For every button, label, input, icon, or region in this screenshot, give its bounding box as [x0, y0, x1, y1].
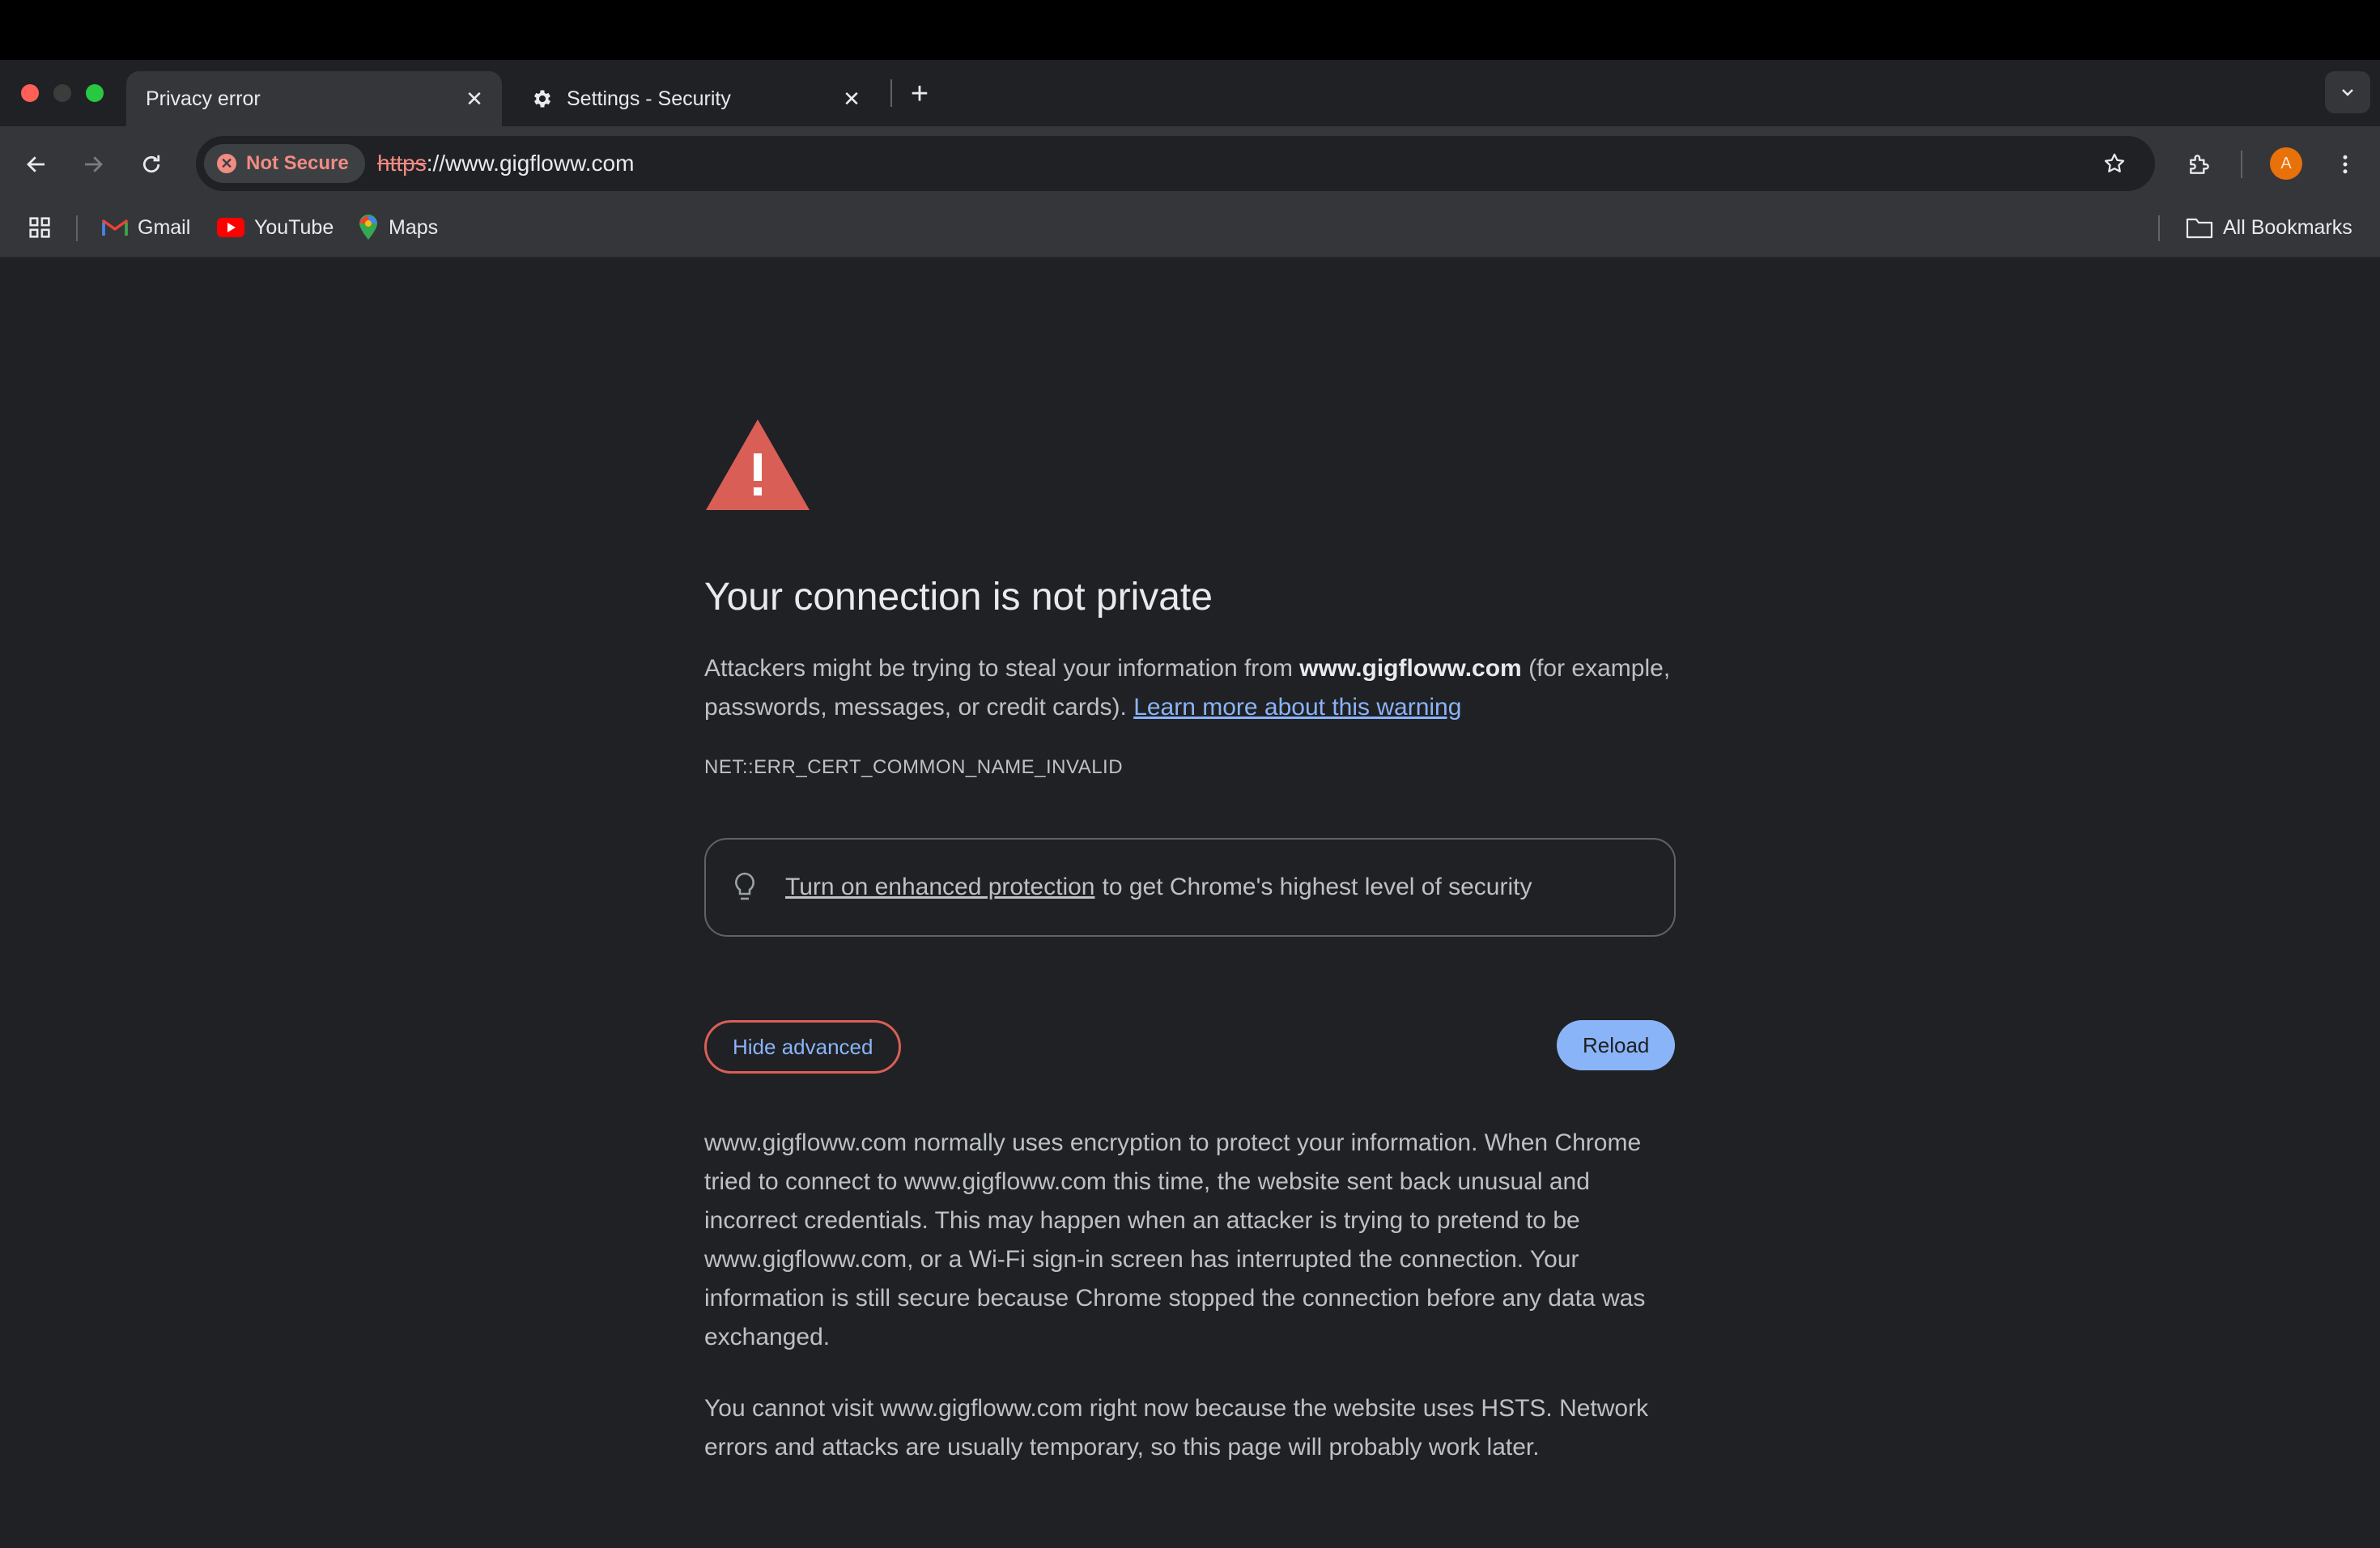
bookmarks-divider — [2158, 215, 2160, 241]
advanced-details-paragraph: www.gigfloww.com normally uses encryptio… — [704, 1129, 1646, 1350]
security-chip-label: Not Secure — [246, 152, 349, 174]
security-chip[interactable]: ✕ Not Secure — [204, 144, 365, 183]
bookmark-maps[interactable]: Maps — [358, 209, 438, 246]
window-minimize-button[interactable] — [53, 84, 71, 102]
tab-privacy-error[interactable]: Privacy error ✕ — [126, 71, 502, 126]
arrow-left-icon — [27, 156, 45, 172]
tab-title: Settings - Security — [567, 87, 731, 110]
gear-icon — [529, 86, 555, 112]
url-host: ://www.gigfloww.com — [426, 151, 635, 176]
intro-text: Attackers might be trying to steal your … — [704, 655, 1300, 682]
tab-divider — [890, 79, 892, 107]
window-close-button[interactable] — [21, 84, 39, 102]
bookmark-label: Maps — [389, 215, 439, 239]
kebab-menu-icon — [2343, 155, 2348, 174]
gmail-icon — [102, 218, 128, 237]
bookmarks-bar — [0, 201, 2380, 257]
youtube-icon — [217, 218, 244, 237]
all-bookmarks-label: All Bookmarks — [2223, 215, 2352, 239]
maps-icon — [358, 215, 379, 240]
chrome-menu-button[interactable] — [2325, 144, 2365, 185]
url-scheme: https — [377, 151, 427, 176]
new-tab-button[interactable]: + — [902, 76, 937, 112]
system-menubar — [0, 0, 2380, 60]
error-code: NET::ERR_CERT_COMMON_NAME_INVALID — [704, 756, 1124, 778]
tab-close-icon[interactable]: ✕ — [839, 86, 865, 112]
all-bookmarks-button[interactable]: All Bookmarks — [2186, 209, 2352, 246]
apps-button[interactable] — [26, 209, 53, 246]
profile-avatar[interactable]: A — [2270, 147, 2302, 180]
learn-more-link[interactable]: Learn more about this warning — [1133, 694, 1461, 721]
not-secure-icon: ✕ — [217, 154, 236, 173]
hide-advanced-button[interactable]: Hide advanced — [704, 1020, 902, 1074]
arrow-right-icon — [85, 156, 103, 172]
toolbar-divider — [2241, 151, 2242, 178]
enhanced-protection-text: to get Chrome's highest level of securit… — [1102, 874, 1532, 900]
intro-paragraph: Attackers might be trying to steal your … — [704, 649, 1676, 727]
hsts-paragraph: You cannot visit www.gigfloww.com right … — [704, 1395, 1649, 1461]
back-button[interactable] — [16, 144, 57, 185]
folder-icon — [2186, 216, 2213, 239]
reload-page-button[interactable] — [131, 144, 172, 185]
enhanced-protection-link[interactable]: Turn on enhanced protection — [785, 874, 1095, 901]
page-title: Your connection is not private — [704, 576, 1213, 619]
tab-settings-security[interactable]: Settings - Security ✕ — [510, 71, 879, 126]
url-text[interactable]: https://www.gigfloww.com — [377, 151, 634, 176]
bookmark-label: Gmail — [138, 215, 191, 239]
bookmark-star-icon[interactable] — [2098, 147, 2131, 180]
tab-close-icon[interactable]: ✕ — [461, 86, 487, 112]
bookmark-gmail[interactable]: Gmail — [102, 209, 190, 246]
site-domain: www.gigfloww.com — [1299, 655, 1522, 682]
enhanced-protection-box: Turn on enhanced protection to get Chrom… — [704, 838, 1676, 937]
extensions-button[interactable] — [2179, 144, 2220, 185]
address-bar[interactable]: ✕ Not Secure https://www.gigfloww.com — [196, 136, 2155, 191]
tab-search-button[interactable] — [2325, 71, 2370, 113]
puzzle-icon — [2190, 155, 2209, 174]
tab-title: Privacy error — [146, 87, 261, 110]
refresh-icon — [142, 155, 160, 173]
forward-button[interactable] — [73, 144, 113, 185]
bookmarks-divider — [76, 215, 78, 241]
bookmark-label: YouTube — [254, 215, 334, 239]
bookmark-youtube[interactable]: YouTube — [217, 209, 334, 246]
reload-button[interactable]: Reload — [1557, 1020, 1676, 1070]
lightbulb-icon — [730, 871, 759, 904]
chevron-down-icon — [2342, 89, 2353, 96]
window-maximize-button[interactable] — [86, 84, 104, 102]
warning-triangle-icon — [704, 418, 811, 516]
apps-grid-icon — [29, 217, 50, 238]
